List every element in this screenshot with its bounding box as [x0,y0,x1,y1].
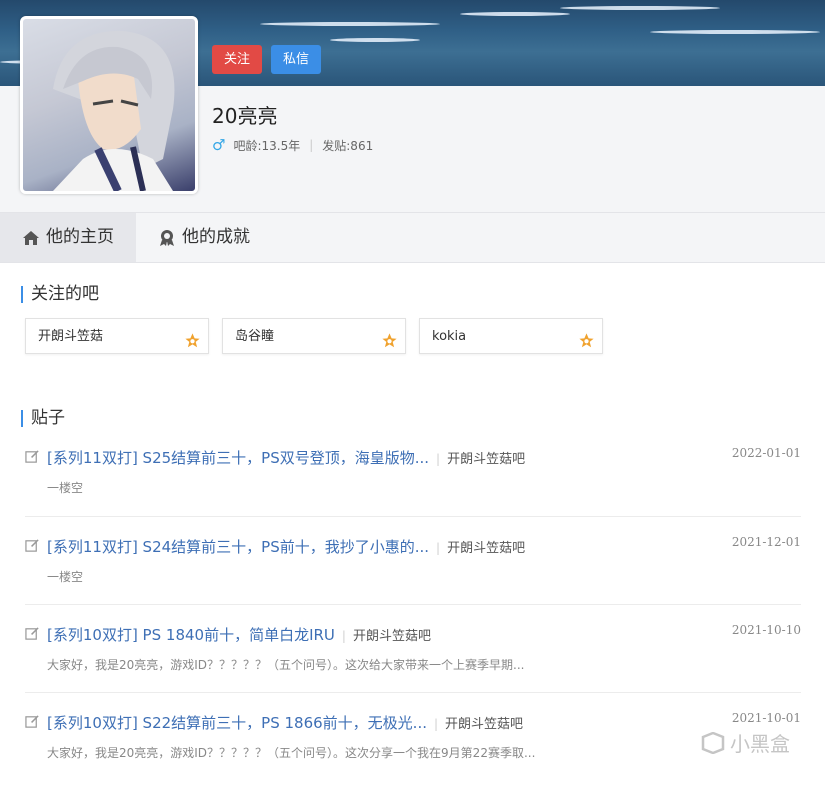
watermark-text: 小黑盒 [730,732,790,756]
post-item: [系列11双打] S25结算前三十，PS双号登顶，海皇版物... | 开朗斗笠菇吧 … [25,446,801,527]
followed-bars-title: 关注的吧 [21,286,99,303]
post-date: 2021-12-01 [731,535,801,549]
edit-icon [25,714,40,733]
tab-home[interactable]: 他的主页 [0,213,136,262]
banner-wave [330,38,420,42]
award-icon [158,229,176,247]
follow-button[interactable]: 关注 [212,45,263,74]
watermark-logo-icon [701,731,725,754]
post-title[interactable]: [系列11双打] S24结算前三十，PS前十，我抄了小惠的... [47,538,429,556]
post-excerpt: 一楼空 [47,481,84,495]
post-title-line: [系列11双打] S24结算前三十，PS前十，我抄了小惠的... | 开朗斗笠菇吧 [47,536,525,557]
post-separator [25,692,801,693]
followed-bar-card[interactable]: kokia [419,318,603,354]
tab-achievements[interactable]: 他的成就 [136,213,272,262]
post-divider: | [436,541,441,555]
post-count: 发贴:861 [322,138,374,153]
banner-wave [460,12,570,16]
edit-icon [25,538,40,557]
star-icon [578,328,595,364]
post-divider: | [436,452,441,466]
followed-bar-card[interactable]: 岛谷瞳 [222,318,406,354]
post-forum[interactable]: 开朗斗笠菇吧 [447,452,525,467]
banner-wave [260,22,440,26]
edit-icon [25,449,40,468]
home-icon [22,230,40,246]
star-icon [184,328,201,364]
post-forum[interactable]: 开朗斗笠菇吧 [445,717,523,732]
post-title-line: [系列10双打] S22结算前三十，PS 1866前十，无极光... | 开朗斗笠菇… [47,712,523,733]
post-title-line: [系列10双打] PS 1840前十，简单白龙IRU | 开朗斗笠菇吧 [47,624,431,645]
star-icon [381,328,398,364]
post-separator [25,604,801,605]
post-excerpt: 一楼空 [47,570,84,584]
posts-title: 贴子 [21,410,65,427]
bar-name: 开朗斗笠菇 [38,329,104,344]
post-date: 2022-01-01 [731,446,801,460]
post-title[interactable]: [系列10双打] S22结算前三十，PS 1866前十，无极光... [47,714,427,732]
watermark: 小黑盒 [700,728,790,757]
profile-tabs: 他的主页 他的成就 [0,212,825,263]
meta-divider: | [309,138,314,152]
post-title[interactable]: [系列10双打] PS 1840前十，简单白龙IRU [47,626,335,644]
account-age: 吧龄:13.5年 [233,138,301,153]
male-icon: ♂ [212,136,226,154]
post-divider: | [341,629,346,643]
username: 20亮亮 [212,104,278,128]
banner-wave [560,6,720,10]
post-forum[interactable]: 开朗斗笠菇吧 [447,541,525,556]
banner-wave [650,30,820,34]
user-meta: ♂ 吧龄:13.5年 | 发贴:861 [212,136,373,154]
tab-achievements-label: 他的成就 [182,227,250,247]
post-item: [系列10双打] S22结算前三十，PS 1866前十，无极光... | 开朗斗笠菇… [25,711,801,792]
post-date: 2021-10-10 [731,623,801,637]
bar-name: kokia [432,329,467,344]
post-divider: | [433,717,439,731]
post-date: 2021-10-01 [731,711,801,725]
edit-icon [25,626,40,645]
post-title-line: [系列11双打] S25结算前三十，PS双号登顶，海皇版物... | 开朗斗笠菇吧 [47,447,525,468]
post-excerpt: 大家好，我是20亮亮，游戏ID？？？？？（五个问号）。这次给大家带来一个上赛季早… [47,658,525,672]
post-title[interactable]: [系列11双打] S25结算前三十，PS双号登顶，海皇版物... [47,449,429,467]
avatar[interactable] [20,16,198,194]
avatar-image [53,30,175,191]
post-excerpt: 大家好，我是20亮亮，游戏ID？？？？？（五个问号）。这次分享一个我在9月第22… [47,746,536,760]
tab-home-label: 他的主页 [46,227,114,247]
followed-bar-card[interactable]: 开朗斗笠菇 [25,318,209,354]
message-button[interactable]: 私信 [271,45,322,74]
bar-name: 岛谷瞳 [235,329,275,344]
post-separator [25,516,801,517]
post-forum[interactable]: 开朗斗笠菇吧 [353,629,431,644]
